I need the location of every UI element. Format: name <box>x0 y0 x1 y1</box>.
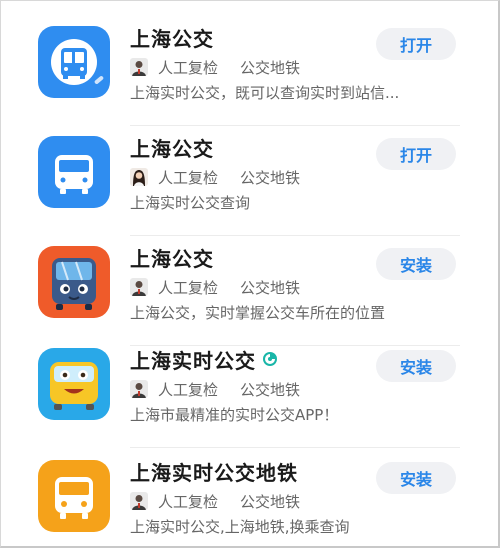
category-label: 公交地铁 <box>240 58 301 77</box>
open-button[interactable]: 打开 <box>376 28 456 60</box>
app-search-results: 上海公交 人工复检 公交地铁 上海实时公交，既可以查询实时到站信... 打开 上… <box>0 0 500 548</box>
app-description: 上海公交，实时掌握公交车所在的位置 <box>130 304 386 322</box>
man-avatar-icon <box>130 380 148 398</box>
app-description: 上海实时公交查询 <box>130 194 251 212</box>
open-button[interactable]: 打开 <box>376 138 456 170</box>
app-title[interactable]: 上海公交 <box>130 133 214 162</box>
cartoon-bus-icon[interactable] <box>38 246 110 318</box>
woman-avatar-icon <box>130 168 148 186</box>
man-avatar-icon <box>130 58 148 76</box>
app-title[interactable]: 上海实时公交 <box>130 345 256 374</box>
reviewer-label: 人工复检 <box>158 278 219 297</box>
man-avatar-icon <box>130 492 148 510</box>
yellow-cartoon-bus-icon[interactable] <box>38 348 110 420</box>
app-description: 上海实时公交,上海地铁,换乘查询 <box>130 518 350 536</box>
app-title[interactable]: 上海公交 <box>130 23 214 52</box>
app-list-item[interactable]: 上海公交 人工复检 公交地铁 上海公交，实时掌握公交车所在的位置 安装 <box>0 238 500 346</box>
install-button[interactable]: 安装 <box>376 248 456 280</box>
install-button[interactable]: 安装 <box>376 462 456 494</box>
bus-front-circle-icon[interactable] <box>38 26 110 98</box>
reviewer-label: 人工复检 <box>158 492 219 511</box>
category-label: 公交地铁 <box>240 492 301 511</box>
verified-badge-icon <box>262 351 278 367</box>
divider <box>130 125 460 126</box>
app-list-item[interactable]: 上海公交 人工复检 公交地铁 上海实时公交，既可以查询实时到站信... 打开 <box>0 18 500 126</box>
app-title[interactable]: 上海公交 <box>130 243 214 272</box>
app-list-item[interactable]: 上海公交 人工复检 公交地铁 上海实时公交查询 打开 <box>0 128 500 236</box>
bus-front-icon[interactable] <box>38 136 110 208</box>
reviewer-label: 人工复检 <box>158 380 219 399</box>
bus-front-yellow-icon[interactable] <box>38 460 110 532</box>
app-description: 上海市最精准的实时公交APP！ <box>130 406 339 424</box>
man-avatar-icon <box>130 278 148 296</box>
divider <box>130 235 460 236</box>
divider <box>130 447 460 448</box>
category-label: 公交地铁 <box>240 278 301 297</box>
app-description: 上海实时公交，既可以查询实时到站信... <box>130 84 400 102</box>
app-title[interactable]: 上海实时公交地铁 <box>130 457 298 486</box>
app-list-item[interactable]: 上海实时公交 人工复检 公交地铁 上海市最精准的实时公交APP！ 安装 <box>0 340 500 448</box>
app-list-item[interactable]: 上海实时公交地铁 人工复检 公交地铁 上海实时公交,上海地铁,换乘查询 安装 <box>0 452 500 560</box>
category-label: 公交地铁 <box>240 168 301 187</box>
category-label: 公交地铁 <box>240 380 301 399</box>
install-button[interactable]: 安装 <box>376 350 456 382</box>
reviewer-label: 人工复检 <box>158 58 219 77</box>
reviewer-label: 人工复检 <box>158 168 219 187</box>
